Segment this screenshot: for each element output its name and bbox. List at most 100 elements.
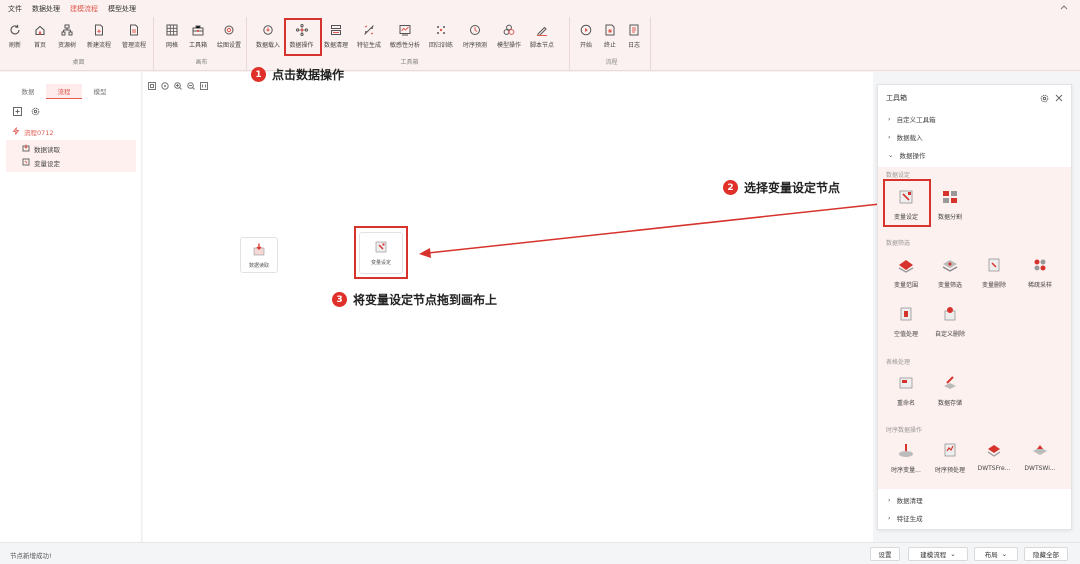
tool-ts-preprocess[interactable]: 时序预处理 — [928, 440, 972, 474]
tab-flow[interactable]: 流程 — [46, 84, 82, 99]
callout-step-1: 1 点击数据操作 — [251, 66, 344, 83]
zoom-out-icon[interactable] — [186, 81, 195, 90]
refresh-label: 刷新 — [8, 42, 21, 49]
tree-item-label: 变量设定 — [34, 160, 60, 168]
add-flow-icon[interactable] — [12, 106, 22, 116]
menu-item-model-processing[interactable]: 模型处理 — [108, 4, 136, 14]
menu-item-modeling-flow[interactable]: 建模流程 — [70, 4, 98, 14]
grid-label: 网格 — [165, 42, 178, 49]
close-icon[interactable] — [1055, 94, 1063, 103]
toolbox-section-data-load[interactable]: › 数据载入 — [888, 132, 923, 142]
tool-data-store[interactable]: 数据存储 — [928, 373, 972, 407]
ribbon-group-label: 画布 — [195, 59, 208, 66]
timeseries-icon — [468, 23, 482, 37]
canvas-node-data-read[interactable]: 数据读取 — [240, 237, 278, 273]
fit-view-icon[interactable] — [147, 81, 156, 90]
menu-item-file[interactable]: 文件 — [8, 4, 22, 14]
sensitivity-icon — [398, 23, 412, 37]
sensitivity-label: 敏感性分析 — [389, 42, 420, 49]
data-load-label: 数据载入 — [255, 42, 280, 49]
regression-button[interactable]: 回归训练 — [426, 22, 456, 49]
toolbox-section-data-clean[interactable]: › 数据清理 — [888, 495, 923, 505]
play-icon — [579, 23, 593, 37]
resource-tree-label: 资源树 — [57, 42, 76, 49]
callout-number: 3 — [332, 292, 347, 307]
settings-button[interactable]: 设置 — [870, 547, 900, 561]
collapse-ribbon-icon[interactable] — [1060, 3, 1068, 12]
data-clean-icon — [329, 23, 343, 37]
flow-mode-dropdown[interactable]: 建模流程 ⌄ — [908, 547, 968, 561]
timeseries-button[interactable]: 时序预测 — [459, 22, 491, 49]
menu-item-data-processing[interactable]: 数据处理 — [32, 4, 60, 14]
center-view-icon[interactable] — [160, 81, 169, 90]
left-panel-actions — [12, 106, 40, 116]
data-read-node-icon — [252, 243, 266, 259]
tool-rename[interactable]: 重命名 — [884, 373, 928, 407]
chevron-down-icon: ⌄ — [888, 151, 894, 159]
toolbox-label: 工具箱 — [188, 42, 207, 49]
tool-label: 变量删除 — [981, 282, 1006, 289]
tool-ts-variable[interactable]: 时序变量... — [884, 440, 928, 474]
model-op-button[interactable]: 模型操作 — [494, 22, 524, 49]
tree-item-variable-set[interactable]: 变量设定 — [6, 156, 136, 170]
tool-dwtswi[interactable]: DWTSWi... — [1018, 440, 1062, 472]
start-button[interactable]: 开始 — [577, 22, 595, 49]
resource-tree-button[interactable]: 资源树 — [56, 22, 78, 49]
custom-delete-icon — [940, 304, 960, 324]
script-node-button[interactable]: 脚本节点 — [527, 22, 557, 49]
tool-custom-delete[interactable]: 自定义删除 — [928, 304, 972, 338]
refresh-button[interactable]: 刷新 — [6, 22, 24, 49]
sensitivity-button[interactable]: 敏感性分析 — [387, 22, 423, 49]
tab-model[interactable]: 模型 — [82, 84, 118, 99]
tool-variable-delete[interactable]: 变量删除 — [972, 255, 1016, 289]
callout-text: 将变量设定节点拖到画布上 — [353, 293, 498, 307]
feature-gen-label: 特征生成 — [356, 42, 381, 49]
flow-tree-root-label: 流程0712 — [24, 129, 54, 137]
data-load-button[interactable]: 数据载入 — [254, 22, 282, 49]
tool-label: 变量范围 — [893, 282, 918, 289]
canvas-toolbar — [147, 81, 208, 90]
flow-tree-root[interactable]: 流程0712 — [12, 127, 54, 137]
manage-flow-button[interactable]: 管理流程 — [120, 22, 148, 49]
toolbox-section-feature-gen[interactable]: › 特征生成 — [888, 513, 923, 523]
tool-sparse-sample[interactable]: 稀疏采样 — [1018, 255, 1062, 289]
ribbon-group-flow: 开始 终止 日志 流程 — [573, 17, 651, 71]
toolbox-settings-icon[interactable] — [1040, 94, 1049, 103]
zoom-in-icon[interactable] — [173, 81, 182, 90]
tool-variable-range[interactable]: 变量范围 — [884, 255, 928, 289]
ts-variable-icon — [896, 440, 916, 460]
layout-dropdown[interactable]: 布局 ⌄ — [974, 547, 1018, 561]
ribbon-group-label: 流程 — [605, 59, 618, 66]
data-clean-button[interactable]: 数据清理 — [321, 22, 351, 49]
settings-icon — [222, 23, 236, 37]
toolbox-button[interactable]: 工具箱 — [187, 22, 209, 49]
tool-null-handle[interactable]: 空值处理 — [884, 304, 928, 338]
toolbox-section-data-operation[interactable]: ⌄ 数据操作 — [888, 150, 925, 160]
callout-step-3: 3 将变量设定节点拖到画布上 — [332, 291, 497, 308]
stop-button[interactable]: 终止 — [601, 22, 619, 49]
gear-icon[interactable] — [30, 106, 40, 116]
new-flow-button[interactable]: 新建流程 — [85, 22, 113, 49]
draw-settings-button[interactable]: 绘图设置 — [215, 22, 243, 49]
toolbox-section-custom[interactable]: › 自定义工具箱 — [888, 114, 936, 124]
home-button[interactable]: 首页 — [31, 22, 49, 49]
new-flow-icon — [92, 23, 106, 37]
actual-size-icon[interactable] — [199, 81, 208, 90]
tree-item-data-read[interactable]: 数据读取 — [6, 142, 136, 156]
variable-filter-icon — [940, 255, 960, 275]
log-button[interactable]: 日志 — [625, 22, 643, 49]
data-clean-label: 数据清理 — [323, 42, 348, 49]
data-store-icon — [940, 373, 960, 393]
canvas-node-highlight — [354, 226, 408, 279]
ribbon-group-desktop: 刷新 首页 资源树 新建流程 管理流程 桌面 — [4, 17, 154, 71]
feature-gen-button[interactable]: 特征生成 — [354, 22, 384, 49]
home-label: 首页 — [33, 42, 46, 49]
flow-canvas[interactable]: 数据读取 变量设定 1 点击数据操作 2 选择变量设定节点 3 将变量设定节点拖… — [143, 67, 873, 542]
tab-data[interactable]: 数据 — [10, 84, 46, 99]
tool-variable-filter[interactable]: 变量筛选 — [928, 255, 972, 289]
grid-button[interactable]: 网格 — [163, 22, 181, 49]
tool-data-split[interactable]: 数据分割 — [928, 187, 972, 221]
hide-all-button[interactable]: 隐藏全部 — [1024, 547, 1068, 561]
tool-dwtsfre[interactable]: DWTSFre... — [972, 440, 1016, 472]
ribbon-group-canvas: 网格 工具箱 绘图设置 画布 — [157, 17, 247, 71]
